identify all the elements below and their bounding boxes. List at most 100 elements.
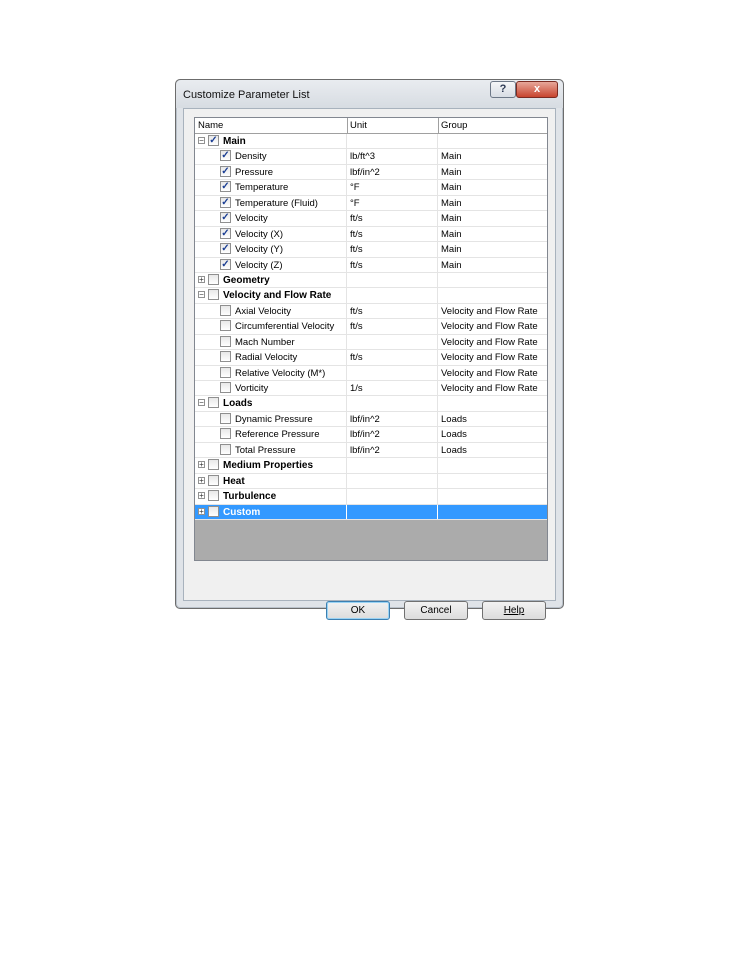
group-cell: Velocity and Flow Rate	[438, 381, 547, 395]
group-value: Main	[441, 197, 462, 209]
group-value: Loads	[441, 429, 467, 441]
parameter-checkbox[interactable]	[208, 490, 219, 502]
cancel-button[interactable]: Cancel	[404, 601, 468, 620]
parameter-checkbox[interactable]	[208, 397, 219, 409]
parameter-checkbox[interactable]: ✓	[220, 181, 231, 193]
column-header-unit[interactable]: Unit	[350, 120, 367, 131]
parameter-checkbox[interactable]	[220, 382, 231, 393]
parameter-checkbox[interactable]	[220, 412, 231, 424]
tree-item-row[interactable]: Mach Number Velocity and Flow Rate	[195, 334, 547, 351]
group-cell: Main	[438, 196, 547, 210]
parameter-name: Velocity (X)	[235, 228, 284, 240]
expand-icon[interactable]: +	[198, 507, 205, 515]
collapse-icon[interactable]: −	[198, 291, 205, 299]
parameter-checkbox[interactable]: ✓	[220, 227, 231, 239]
tree-group-row[interactable]: + Turbulence	[195, 489, 547, 505]
tree-item-row[interactable]: ✓ Temperature (Fluid) °F Main	[195, 195, 547, 212]
group-cell	[438, 458, 547, 472]
unit-value: °F	[350, 182, 360, 194]
parameter-checkbox[interactable]	[208, 459, 219, 471]
parameter-checkbox[interactable]	[220, 335, 231, 347]
parameter-checkbox[interactable]	[208, 289, 219, 301]
tree-group-row[interactable]: + Heat	[195, 473, 547, 490]
help-question-icon[interactable]: ?	[490, 81, 516, 98]
dialog-client-area: Name Unit Group − ✓ Main ✓ Density lb/ft^3 Mai…	[183, 108, 556, 620]
parameter-name: Velocity (Y)	[235, 244, 284, 256]
unit-value: ft/s	[350, 321, 363, 333]
tree-group-row[interactable]: + Geometry	[195, 272, 547, 289]
parameter-checkbox[interactable]	[220, 428, 231, 440]
unit-cell: ft/s	[347, 319, 438, 334]
column-divider[interactable]	[438, 118, 439, 133]
parameter-name: Vorticity	[235, 383, 269, 394]
tree-group-row[interactable]: − ✓ Main	[195, 134, 547, 150]
tree-item-row[interactable]: Circumferential Velocity ft/s Velocity and…	[195, 319, 547, 335]
name-cell: + Turbulence	[195, 489, 347, 504]
unit-cell	[347, 473, 438, 489]
parameter-checkbox[interactable]: ✓	[220, 258, 231, 270]
expand-icon[interactable]: +	[198, 461, 205, 469]
tree-group-row[interactable]: − Velocity and Flow Rate	[195, 288, 547, 304]
group-name: Geometry	[223, 274, 270, 286]
name-cell: Circumferential Velocity	[195, 319, 347, 334]
parameter-name: Reference Pressure	[235, 429, 320, 441]
parameter-checkbox[interactable]	[208, 273, 219, 285]
group-cell	[438, 474, 547, 488]
unit-value: lbf/in^2	[350, 429, 380, 441]
parameter-checkbox[interactable]	[208, 474, 219, 486]
expand-icon[interactable]: +	[198, 476, 205, 484]
parameter-checkbox[interactable]	[220, 304, 231, 316]
group-name: Main	[223, 136, 246, 147]
tree-item-row[interactable]: ✓ Velocity ft/s Main	[195, 211, 547, 227]
grid-header: Name Unit Group	[195, 118, 547, 134]
column-header-group[interactable]: Group	[441, 120, 467, 131]
tree-item-row[interactable]: ✓ Density lb/ft^3 Main	[195, 149, 547, 165]
parameter-checkbox[interactable]	[220, 443, 231, 455]
tree-group-row[interactable]: + Custom	[195, 504, 547, 520]
parameter-name: Mach Number	[235, 336, 295, 348]
ok-button[interactable]: OK	[326, 601, 390, 620]
name-cell: ✓ Velocity (X)	[195, 226, 347, 242]
collapse-icon[interactable]: −	[198, 399, 205, 407]
expand-icon[interactable]: +	[198, 492, 205, 500]
tree-item-row[interactable]: Total Pressure lbf/in^2 Loads	[195, 442, 547, 459]
parameter-name: Relative Velocity (M*)	[235, 367, 326, 379]
tree-item-row[interactable]: Reference Pressure lbf/in^2 Loads	[195, 427, 547, 443]
help-button[interactable]: Help	[482, 601, 546, 620]
unit-value: ft/s	[350, 305, 363, 317]
parameter-name: Pressure	[235, 166, 274, 178]
tree-item-row[interactable]: Dynamic Pressure lbf/in^2 Loads	[195, 411, 547, 428]
collapse-icon[interactable]: −	[198, 137, 205, 145]
tree-group-row[interactable]: + Medium Properties	[195, 458, 547, 474]
tree-item-row[interactable]: Axial Velocity ft/s Velocity and Flow Rate	[195, 303, 547, 320]
tree-item-row[interactable]: ✓ Velocity (X) ft/s Main	[195, 226, 547, 243]
parameter-checkbox[interactable]: ✓	[208, 135, 219, 146]
tree-group-row[interactable]: − Loads	[195, 396, 547, 412]
dialog-title: Customize Parameter List	[183, 89, 310, 101]
parameter-checkbox[interactable]	[220, 320, 231, 332]
tree-item-row[interactable]: ✓ Pressure lbf/in^2 Main	[195, 164, 547, 181]
column-header-name[interactable]: Name	[198, 120, 223, 131]
column-divider[interactable]	[347, 118, 348, 133]
group-cell: Main	[438, 258, 547, 272]
parameter-checkbox[interactable]	[220, 351, 231, 363]
tree-item-row[interactable]: Relative Velocity (M*) Velocity and Flow …	[195, 365, 547, 381]
unit-cell: °F	[347, 180, 438, 195]
tree-item-row[interactable]: ✓ Velocity (Y) ft/s Main	[195, 242, 547, 258]
tree-item-row[interactable]: ✓ Temperature °F Main	[195, 180, 547, 196]
tree-item-row[interactable]: ✓ Velocity (Z) ft/s Main	[195, 257, 547, 273]
parameter-checkbox[interactable]	[208, 505, 219, 517]
expand-icon[interactable]: +	[198, 275, 205, 283]
parameter-checkbox[interactable]: ✓	[220, 165, 231, 177]
parameter-checkbox[interactable]: ✓	[220, 212, 231, 224]
unit-cell: lbf/in^2	[347, 427, 438, 442]
parameter-checkbox[interactable]	[220, 366, 231, 378]
parameter-checkbox[interactable]: ✓	[220, 243, 231, 255]
close-icon[interactable]: x	[516, 81, 558, 98]
group-value: Main	[441, 259, 462, 271]
parameter-checkbox[interactable]: ✓	[220, 196, 231, 208]
parameter-checkbox[interactable]: ✓	[220, 150, 231, 162]
group-value: Main	[441, 182, 462, 194]
tree-item-row[interactable]: Vorticity 1/s Velocity and Flow Rate	[195, 381, 547, 397]
tree-item-row[interactable]: Radial Velocity ft/s Velocity and Flow Rat…	[195, 350, 547, 366]
